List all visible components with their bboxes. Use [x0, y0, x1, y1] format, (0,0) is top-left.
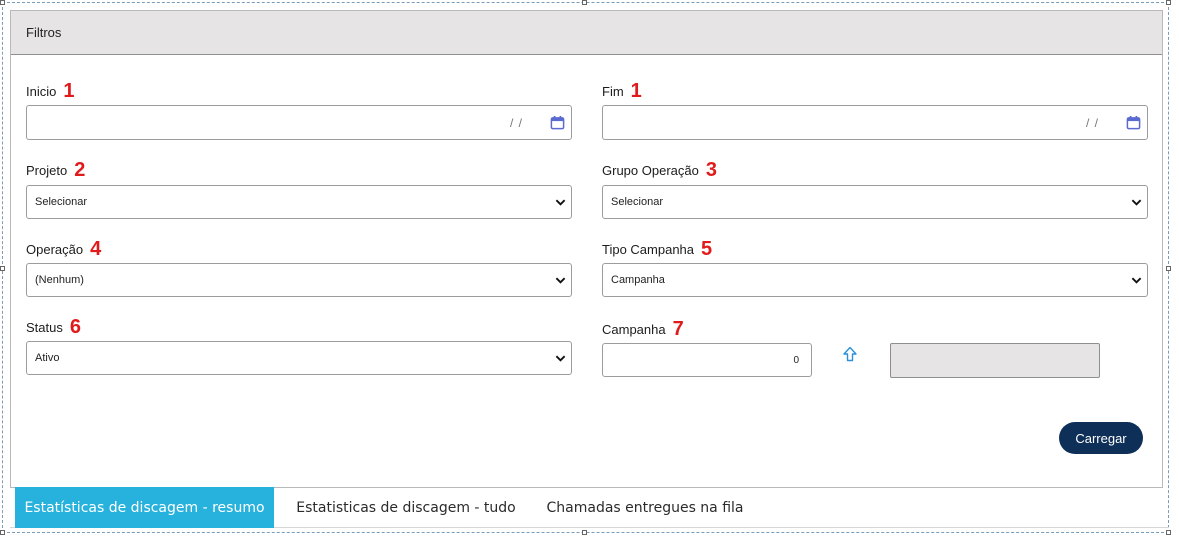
inicio-date-input[interactable]: / / — [26, 105, 572, 140]
campanha-label-row: Campanha 7 — [602, 317, 684, 341]
chevron-down-icon — [555, 277, 566, 284]
tipo-campanha-label-row: Tipo Campanha 5 — [602, 237, 712, 261]
chevron-down-icon — [1131, 277, 1142, 284]
campanha-number-input[interactable]: 0 — [602, 343, 812, 377]
campanha-number-badge: 7 — [672, 318, 684, 340]
resize-handle-left-center[interactable] — [0, 266, 5, 271]
projeto-select-value: Selecionar — [35, 196, 87, 208]
arrow-up-icon[interactable] — [842, 346, 858, 362]
filters-panel-title: Filtros — [26, 25, 62, 40]
tab-dialing-stats-all[interactable]: Estatisticas de discagem - tudo — [282, 487, 530, 528]
grupo-operacao-select[interactable]: Selecionar — [602, 185, 1148, 219]
grupo-operacao-number-badge: 3 — [705, 159, 717, 181]
operacao-label: Operação — [26, 241, 84, 257]
projeto-label: Projeto — [26, 162, 68, 178]
tipo-campanha-label: Tipo Campanha — [602, 241, 695, 257]
projeto-number-badge: 2 — [74, 159, 86, 181]
campanha-number-value: 0 — [793, 355, 799, 366]
inicio-label: Inicio — [26, 83, 57, 99]
fim-number-badge: 1 — [630, 80, 642, 102]
inicio-label-row: Inicio 1 — [26, 79, 74, 103]
chevron-down-icon — [1131, 199, 1142, 206]
resize-handle-top-left[interactable] — [0, 0, 5, 5]
grupo-operacao-select-value: Selecionar — [611, 196, 663, 208]
load-button[interactable]: Carregar — [1059, 422, 1143, 454]
grupo-operacao-label: Grupo Operação — [602, 162, 699, 178]
status-select[interactable]: Ativo — [26, 341, 572, 375]
projeto-select[interactable]: Selecionar — [26, 185, 572, 219]
chevron-down-icon — [555, 199, 566, 206]
projeto-label-row: Projeto 2 — [26, 158, 85, 182]
fim-date-input[interactable]: / / — [602, 105, 1148, 140]
fim-label: Fim — [602, 83, 624, 99]
fim-date-placeholder: / / — [1085, 116, 1099, 130]
campanha-label: Campanha — [602, 321, 666, 337]
resize-handle-top-center[interactable] — [582, 0, 587, 5]
operacao-label-row: Operação 4 — [26, 237, 101, 261]
inicio-number-badge: 1 — [63, 80, 75, 102]
status-label-row: Status 6 — [26, 315, 81, 339]
status-select-value: Ativo — [35, 352, 60, 364]
filters-panel: Filtros — [10, 10, 1163, 488]
fim-label-row: Fim 1 — [602, 79, 642, 103]
operacao-select-value: (Nenhum) — [35, 274, 84, 286]
tab-dialing-stats-summary[interactable]: Estatísticas de discagem - resumo — [15, 487, 274, 528]
calendar-icon[interactable] — [1126, 115, 1141, 130]
operacao-select[interactable]: (Nenhum) — [26, 263, 572, 297]
campanha-name-display — [890, 343, 1100, 378]
tipo-campanha-select-value: Campanha — [611, 274, 665, 286]
resize-handle-bottom-center[interactable] — [582, 530, 587, 535]
calendar-icon[interactable] — [550, 115, 565, 130]
status-number-badge: 6 — [69, 316, 81, 338]
resize-handle-top-right[interactable] — [1166, 0, 1171, 5]
inicio-date-placeholder: / / — [509, 116, 523, 130]
tipo-campanha-select[interactable]: Campanha — [602, 263, 1148, 297]
tab-calls-delivered-queue[interactable]: Chamadas entregues na fila — [540, 487, 750, 528]
grupo-operacao-label-row: Grupo Operação 3 — [602, 158, 717, 182]
chevron-down-icon — [555, 355, 566, 362]
resize-handle-bottom-left[interactable] — [0, 530, 5, 535]
resize-handle-right-center[interactable] — [1166, 266, 1171, 271]
filters-panel-header: Filtros — [11, 11, 1162, 55]
tipo-campanha-number-badge: 5 — [701, 238, 713, 260]
status-label: Status — [26, 319, 63, 335]
resize-handle-bottom-right[interactable] — [1166, 530, 1171, 535]
operacao-number-badge: 4 — [90, 238, 102, 260]
report-tabs: Estatísticas de discagem - resumo Estati… — [10, 487, 1169, 528]
